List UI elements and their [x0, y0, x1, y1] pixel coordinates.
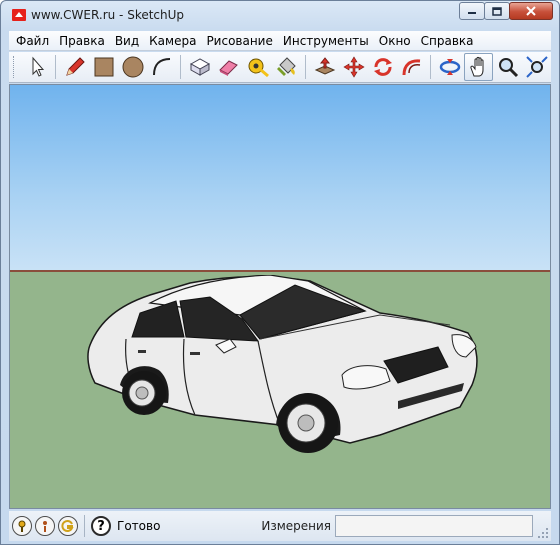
move-icon: [342, 56, 365, 78]
menu-camera[interactable]: Камера: [144, 34, 201, 48]
menu-draw[interactable]: Рисование: [201, 34, 277, 48]
menu-file[interactable]: Файл: [11, 34, 54, 48]
make-component-tool[interactable]: [185, 53, 214, 81]
title-bar[interactable]: www.CWER.ru - SketchUp: [1, 1, 559, 29]
rotate-tool[interactable]: [368, 53, 397, 81]
push-pull-icon: [314, 57, 335, 75]
resize-grip-icon[interactable]: [537, 527, 549, 539]
arc-tool[interactable]: [147, 53, 176, 81]
zoom-extents-tool[interactable]: [522, 53, 551, 81]
google-sign-in-button[interactable]: [58, 516, 78, 536]
sketchup-window: www.CWER.ru - SketchUp Файл Правка Вид К…: [0, 0, 560, 545]
orbit-icon: [439, 59, 460, 75]
follow-me-tool[interactable]: [397, 53, 426, 81]
credits-icon: [43, 521, 47, 532]
pan-tool[interactable]: [464, 53, 493, 81]
circle-icon: [122, 56, 143, 78]
select-tool[interactable]: [22, 53, 51, 81]
zoom-tool[interactable]: [493, 53, 522, 81]
help-icon[interactable]: ?: [91, 516, 111, 536]
drawing-viewport[interactable]: [9, 84, 551, 509]
pan-icon: [469, 56, 483, 77]
maximize-icon: [492, 6, 502, 16]
status-separator: [84, 515, 85, 537]
window-title: www.CWER.ru - SketchUp: [31, 8, 185, 22]
push-pull-tool[interactable]: [310, 53, 339, 81]
geo-location-icon: [18, 520, 26, 532]
toolbar-separator: [180, 55, 181, 79]
sky: [10, 85, 550, 271]
menu-tools[interactable]: Инструменты: [278, 34, 374, 48]
circle-tool[interactable]: [118, 53, 147, 81]
geo-location-button[interactable]: [12, 516, 32, 536]
pencil-icon: [65, 57, 85, 76]
tape-measure-tool[interactable]: [243, 53, 272, 81]
make-component-icon: [189, 58, 210, 76]
google-sign-in-icon: [61, 520, 74, 532]
zoom-extents-icon: [525, 56, 548, 78]
toolbar-grip[interactable]: [13, 56, 16, 78]
toolbar-separator: [55, 55, 56, 79]
arc-icon: [152, 58, 170, 76]
sketchup-app-icon: [12, 9, 26, 21]
close-button[interactable]: [509, 2, 553, 20]
eraser-icon: [218, 60, 238, 76]
zoom-icon: [498, 58, 518, 78]
move-tool[interactable]: [339, 53, 368, 81]
menu-window[interactable]: Окно: [374, 34, 416, 48]
orbit-tool[interactable]: [435, 53, 464, 81]
eraser-tool[interactable]: [214, 53, 243, 81]
status-bar: ? Готово Измерения: [9, 511, 551, 541]
tape-measure-icon: [248, 58, 269, 78]
status-text: Готово: [117, 519, 161, 533]
toolbar: [9, 52, 551, 83]
rotate-icon: [373, 58, 392, 76]
credits-button[interactable]: [35, 516, 55, 536]
menu-help[interactable]: Справка: [416, 34, 479, 48]
follow-me-icon: [402, 59, 420, 76]
menu-view[interactable]: Вид: [110, 34, 144, 48]
maximize-button[interactable]: [484, 2, 510, 20]
pencil-tool[interactable]: [60, 53, 89, 81]
menu-edit[interactable]: Правка: [54, 34, 110, 48]
paint-bucket-icon: [276, 57, 296, 76]
rectangle-icon: [94, 57, 113, 77]
close-icon: [526, 6, 536, 16]
measurements-label: Измерения: [261, 519, 331, 533]
rectangle-tool[interactable]: [89, 53, 118, 81]
car-model[interactable]: [80, 275, 490, 475]
toolbar-separator: [430, 55, 431, 79]
menu-bar: Файл Правка Вид Камера Рисование Инструм…: [9, 31, 551, 51]
measurements-field[interactable]: [335, 515, 533, 537]
paint-bucket-tool[interactable]: [272, 53, 301, 81]
minimize-button[interactable]: [459, 2, 485, 20]
select-icon: [32, 56, 44, 77]
window-controls: [459, 2, 553, 20]
minimize-icon: [468, 12, 476, 14]
toolbar-separator: [305, 55, 306, 79]
